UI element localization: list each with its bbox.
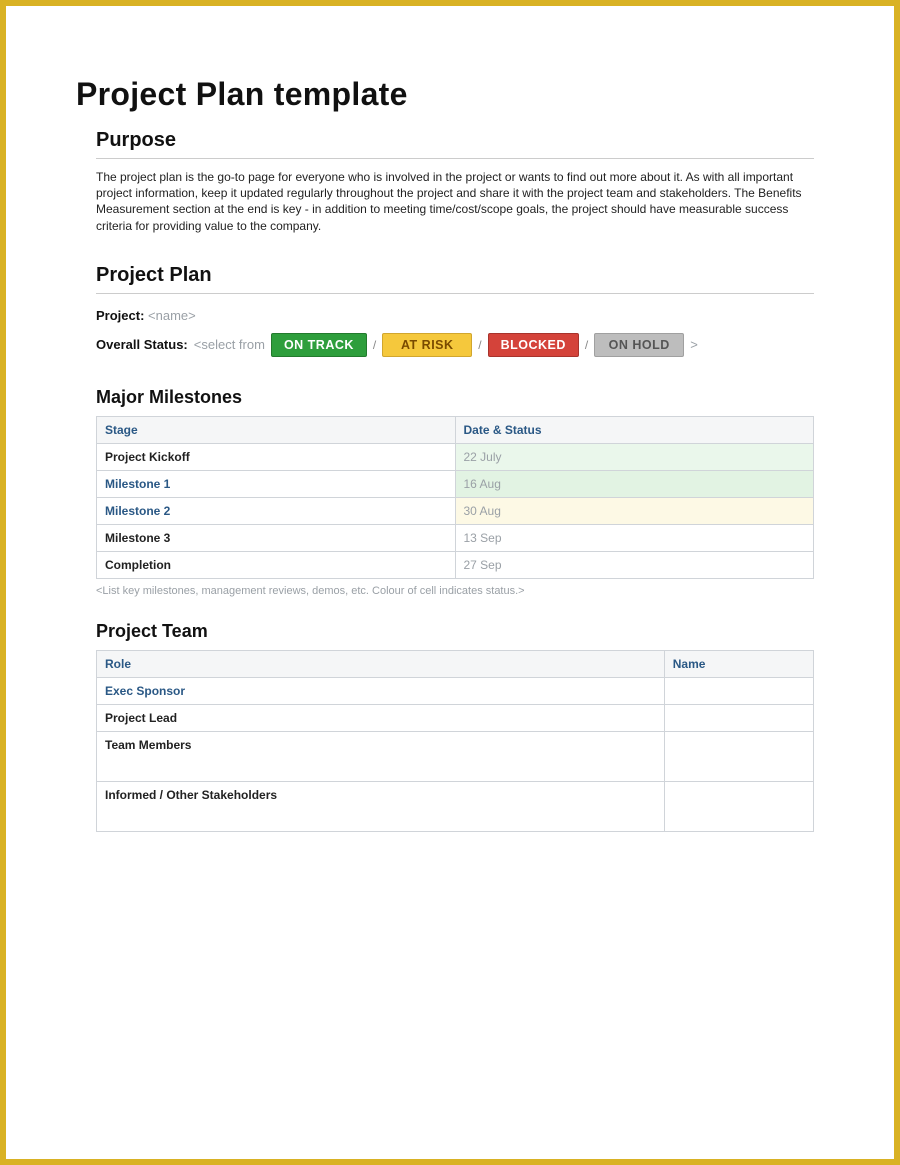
- team-name: [664, 704, 813, 731]
- overall-status-close: >: [690, 337, 698, 352]
- overall-status-label: Overall Status:: [96, 337, 188, 352]
- milestone-stage: Completion: [97, 551, 456, 578]
- table-row: Exec Sponsor: [97, 677, 814, 704]
- team-role: Team Members: [97, 731, 665, 781]
- purpose-section: Purpose The project plan is the go-to pa…: [96, 123, 814, 234]
- table-row: Milestone 313 Sep: [97, 524, 814, 551]
- status-sep-3: /: [585, 338, 588, 352]
- team-heading: Project Team: [96, 621, 814, 642]
- status-row: Overall Status: <select from ON TRACK / …: [96, 333, 814, 357]
- milestone-date: 27 Sep: [455, 551, 814, 578]
- overall-status-hint: <select from: [194, 337, 265, 352]
- project-label: Project:: [96, 308, 144, 323]
- team-name: [664, 677, 813, 704]
- status-sep-1: /: [373, 338, 376, 352]
- plan-heading: Project Plan: [96, 258, 814, 294]
- milestone-date: 22 July: [455, 443, 814, 470]
- milestone-date: 30 Aug: [455, 497, 814, 524]
- project-field: Project: <name>: [96, 308, 814, 323]
- status-pill-blocked[interactable]: BLOCKED: [488, 333, 579, 357]
- table-row: Project Kickoff22 July: [97, 443, 814, 470]
- table-row: Project Lead: [97, 704, 814, 731]
- milestone-stage[interactable]: Milestone 1: [97, 470, 456, 497]
- page-border: Project Plan template Purpose The projec…: [0, 0, 900, 1165]
- milestone-date: 16 Aug: [455, 470, 814, 497]
- team-col-role: Role: [97, 650, 665, 677]
- milestones-col-stage: Stage: [97, 416, 456, 443]
- status-pill-on-track[interactable]: ON TRACK: [271, 333, 367, 357]
- milestone-stage: Milestone 3: [97, 524, 456, 551]
- milestone-stage[interactable]: Milestone 2: [97, 497, 456, 524]
- milestones-col-date: Date & Status: [455, 416, 814, 443]
- project-placeholder: <name>: [148, 308, 196, 323]
- milestone-stage: Project Kickoff: [97, 443, 456, 470]
- team-role[interactable]: Exec Sponsor: [97, 677, 665, 704]
- team-col-name: Name: [664, 650, 813, 677]
- table-row: Milestone 230 Aug: [97, 497, 814, 524]
- table-row: Milestone 116 Aug: [97, 470, 814, 497]
- team-table: Role Name Exec SponsorProject LeadTeam M…: [96, 650, 814, 832]
- document-title: Project Plan template: [76, 76, 824, 113]
- team-role: Project Lead: [97, 704, 665, 731]
- table-row: Team Members: [97, 731, 814, 781]
- milestones-note: <List key milestones, management reviews…: [96, 585, 814, 597]
- status-sep-2: /: [478, 338, 481, 352]
- purpose-heading: Purpose: [96, 123, 814, 159]
- document-inner: Project Plan template Purpose The projec…: [66, 46, 834, 832]
- team-name: [664, 781, 813, 831]
- status-pill-on-hold[interactable]: ON HOLD: [594, 333, 684, 357]
- plan-section: Project Plan Project: <name> Overall Sta…: [96, 258, 814, 832]
- table-row: Informed / Other Stakeholders: [97, 781, 814, 831]
- purpose-body: The project plan is the go-to page for e…: [96, 169, 814, 234]
- milestone-date: 13 Sep: [455, 524, 814, 551]
- milestones-table: Stage Date & Status Project Kickoff22 Ju…: [96, 416, 814, 579]
- table-row: Completion27 Sep: [97, 551, 814, 578]
- milestones-heading: Major Milestones: [96, 387, 814, 408]
- status-pill-at-risk[interactable]: AT RISK: [382, 333, 472, 357]
- team-name: [664, 731, 813, 781]
- team-role: Informed / Other Stakeholders: [97, 781, 665, 831]
